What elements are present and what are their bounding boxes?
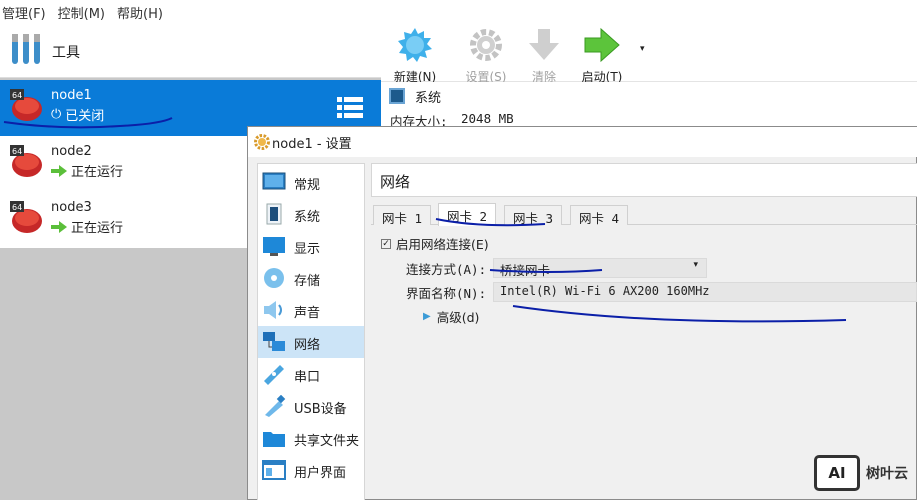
adapter-name-value: Intel(R) Wi-Fi 6 AX200 160MHz [500, 284, 710, 298]
start-dropdown-icon[interactable]: ▾ [640, 44, 645, 54]
system-icon [266, 203, 282, 225]
enable-adapter-checkbox[interactable]: ✓ [381, 238, 391, 249]
tab-adapter-4[interactable]: 网卡 4 [570, 205, 629, 226]
tab-adapter-1[interactable]: 网卡 1 [373, 205, 432, 226]
category-usb[interactable]: USB设备 [258, 390, 364, 422]
power-off-icon: ⏻ [51, 107, 62, 122]
gear-icon [470, 29, 502, 61]
tab-adapter-3[interactable]: 网卡 3 [504, 205, 563, 226]
category-serial-port[interactable]: 串口 [258, 358, 364, 390]
main-toolbar: 新建(N) 设置(S) 清除 启动(T) ▾ [381, 24, 917, 85]
svg-text:64: 64 [12, 91, 22, 100]
vm-status-label: 正在运行 [71, 221, 124, 236]
watermark: AI 树叶云 [814, 455, 908, 491]
vm-name: node1 [51, 88, 92, 103]
dialog-title-bar: node1 - 设置 [248, 127, 917, 157]
category-user-interface[interactable]: 用户界面 [258, 454, 364, 486]
watermark-logo: AI [814, 455, 860, 491]
menu-bar: 管理(F) 控制(M) 帮助(H) [0, 0, 917, 24]
vm-status-label: 已关闭 [65, 109, 105, 124]
category-storage[interactable]: 存储 [258, 262, 364, 294]
settings-category-list: 常规 系统 显示 存储 声音 网络 串口 USB设备 共享文件夹 用户界面 [257, 163, 365, 500]
serial-port-icon [264, 365, 284, 385]
dialog-title: node1 - 设置 [272, 136, 352, 152]
enable-adapter-label: 启用网络连接(E) [396, 237, 489, 252]
advanced-toggle[interactable]: ▶ 高级(d) [423, 307, 479, 326]
settings-dialog: node1 - 设置 常规 系统 显示 存储 声音 网络 串口 USB设备 共享… [247, 126, 917, 500]
menu-control[interactable]: 控制(M) [58, 3, 105, 22]
display-icon [263, 237, 285, 256]
running-arrow-icon [51, 164, 67, 177]
attached-to-select[interactable]: 桥接网卡 ▾ [493, 258, 707, 278]
watermark-text: 树叶云 [866, 466, 908, 482]
discard-button[interactable]: 清除 [514, 27, 574, 85]
shared-folder-icon [263, 432, 285, 447]
category-system[interactable]: 系统 [258, 198, 364, 230]
tab-adapter-2[interactable]: 网卡 2 [438, 203, 497, 226]
attached-to-label: 连接方式(A): [406, 262, 487, 277]
category-network[interactable]: 网络 [258, 326, 364, 358]
discard-arrow-icon [529, 29, 559, 60]
expand-triangle-icon: ▶ [423, 311, 431, 322]
category-shared-folders[interactable]: 共享文件夹 [258, 422, 364, 454]
usb-icon [265, 395, 286, 417]
settings-button[interactable]: 设置(S) [456, 27, 516, 85]
chevron-down-icon: ▾ [693, 260, 698, 270]
storage-icon [264, 268, 284, 288]
vm-status-label: 正在运行 [71, 165, 124, 180]
vm-status: ⏻ 已关闭 [51, 105, 104, 124]
adapter-name-label: 界面名称(N): [406, 286, 487, 301]
user-interface-icon [262, 460, 286, 480]
category-general[interactable]: 常规 [258, 166, 364, 198]
settings-gear-icon [254, 134, 270, 150]
machine-menu-icon[interactable] [337, 96, 363, 120]
category-audio[interactable]: 声音 [258, 294, 364, 326]
menu-manage[interactable]: 管理(F) [2, 3, 46, 22]
vm-status: 正在运行 [51, 217, 123, 236]
general-icon [262, 172, 286, 190]
attached-to-value: 桥接网卡 [500, 263, 551, 278]
new-button[interactable]: 新建(N) [385, 27, 445, 85]
network-icon [263, 332, 285, 351]
tools-label: 工具 [52, 45, 80, 61]
new-icon [398, 28, 432, 62]
vm-os-icon: 64 [10, 145, 42, 177]
tools-item[interactable]: 工具 [0, 24, 381, 78]
menu-help[interactable]: 帮助(H) [117, 3, 163, 22]
category-display[interactable]: 显示 [258, 230, 364, 262]
vm-os-icon: 64 [10, 89, 42, 121]
adapter-name-field[interactable]: Intel(R) Wi-Fi 6 AX200 160MHz [493, 282, 917, 302]
svg-text:64: 64 [12, 203, 22, 212]
audio-icon [264, 301, 282, 319]
advanced-label: 高级(d) [436, 310, 480, 325]
start-arrow-icon [584, 27, 620, 63]
system-section-label: 系统 [415, 91, 442, 106]
vm-os-icon: 64 [10, 201, 42, 233]
tools-icon [12, 34, 40, 64]
vm-name: node3 [51, 200, 92, 215]
running-arrow-icon [51, 220, 67, 233]
section-title: 网络 [371, 163, 917, 197]
memory-value: 2048 MB [461, 111, 514, 126]
network-settings-panel: 网络 网卡 1 网卡 2 网卡 3 网卡 4 ✓ 启用网络连接(E) 连接方式(… [371, 163, 917, 500]
start-button[interactable]: 启动(T) [572, 27, 632, 85]
svg-text:64: 64 [12, 147, 22, 156]
vm-name: node2 [51, 144, 92, 159]
vm-status: 正在运行 [51, 161, 123, 180]
enable-adapter-row: ✓ 启用网络连接(E) [381, 234, 489, 253]
details-pane: 系统 内存大小: 2048 MB [381, 82, 917, 129]
adapter-tabs: 网卡 1 网卡 2 网卡 3 网卡 4 [371, 203, 917, 226]
system-icon [389, 88, 405, 104]
